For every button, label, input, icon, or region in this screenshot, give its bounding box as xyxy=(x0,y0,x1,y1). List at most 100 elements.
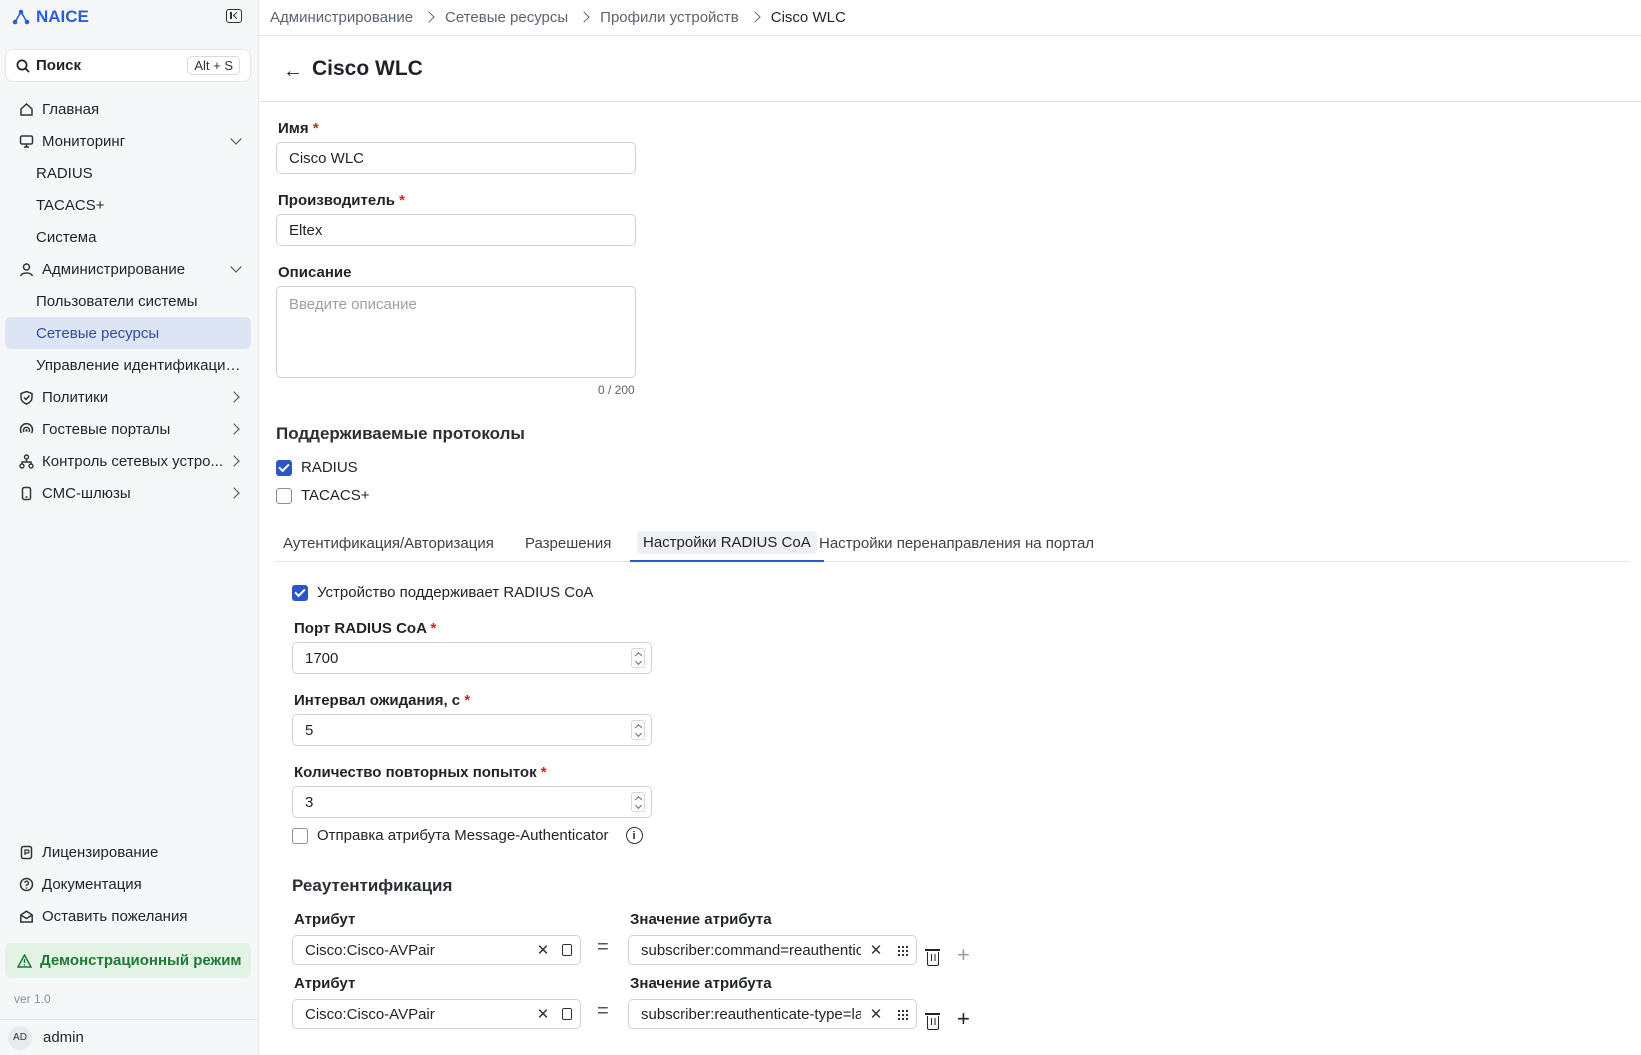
sidebar-item-system[interactable]: Система xyxy=(5,221,251,253)
name-field[interactable]: Cisco WLC xyxy=(276,142,636,174)
user-name: admin xyxy=(43,1029,84,1046)
sidebar-item-label: TACACS+ xyxy=(36,196,105,214)
coa-port-field[interactable]: 1700 xyxy=(292,642,652,674)
network-icon xyxy=(18,453,34,469)
chevron-down-icon xyxy=(231,264,241,274)
coa-support-label: Устройство поддерживает RADIUS CoA xyxy=(317,584,594,601)
signal-icon xyxy=(19,422,33,433)
protocols-title: Поддерживаемые протоколы xyxy=(276,424,525,443)
home-icon xyxy=(19,102,33,116)
equals-icon: = xyxy=(597,936,609,958)
attribute-label: Атрибут xyxy=(294,911,356,928)
user-menu[interactable]: AD admin xyxy=(0,1019,259,1055)
sidebar-item-feedback[interactable]: Оставить пожелания xyxy=(5,900,251,932)
tab-auth[interactable]: Аутентификация/Авторизация xyxy=(276,525,501,562)
clear-icon[interactable]: ✕ xyxy=(867,941,885,959)
sidebar-item-network-resources[interactable]: Сетевые ресурсы xyxy=(5,317,251,349)
sidebar-item-licensing[interactable]: Лицензирование xyxy=(5,836,251,868)
description-counter: 0 / 200 xyxy=(598,383,635,397)
sidebar-item-identity-management[interactable]: Управление идентификацией xyxy=(5,349,251,381)
chevron-right-icon xyxy=(231,456,241,466)
message-auth-checkbox[interactable]: Отправка атрибута Message-Authenticator … xyxy=(292,827,643,844)
grid-icon[interactable] xyxy=(897,944,908,956)
attribute-field[interactable]: Cisco:Cisco-AVPair ✕ xyxy=(292,935,581,965)
clear-icon[interactable]: ✕ xyxy=(867,1005,885,1023)
sidebar-item-home[interactable]: Главная xyxy=(5,93,251,125)
info-icon[interactable]: i xyxy=(625,827,643,844)
file-icon[interactable] xyxy=(562,1008,572,1020)
attribute-field[interactable]: Cisco:Cisco-AVPair ✕ xyxy=(292,999,581,1029)
sidebar-item-network-device-control[interactable]: Контроль сетевых устро... xyxy=(5,445,251,477)
logo-icon xyxy=(12,9,30,25)
timeout-field[interactable]: 5 xyxy=(292,714,652,746)
description-field[interactable]: Введите описание xyxy=(276,286,636,378)
radius-checkbox[interactable]: RADIUS xyxy=(276,459,358,476)
breadcrumb-item[interactable]: Администрирование xyxy=(270,9,413,26)
stepper-icon[interactable] xyxy=(631,648,645,668)
sidebar-item-tacacs[interactable]: TACACS+ xyxy=(5,189,251,221)
version-label: ver 1.0 xyxy=(14,992,51,1006)
divider xyxy=(259,35,1641,36)
avatar: AD xyxy=(8,1025,32,1050)
retries-field[interactable]: 3 xyxy=(292,786,652,818)
sidebar-nav: Главная Мониторинг RADIUS TACACS+ Систем… xyxy=(5,93,251,509)
attribute-value-field[interactable]: subscriber:reauthenticate-type=last ✕ xyxy=(628,999,917,1029)
plus-icon[interactable]: + xyxy=(957,942,970,968)
clear-icon[interactable]: ✕ xyxy=(534,941,552,959)
trash-icon[interactable] xyxy=(925,1013,940,1030)
sidebar-item-policies[interactable]: Политики xyxy=(5,381,251,413)
sidebar-item-administration[interactable]: Администрирование xyxy=(5,253,251,285)
breadcrumb-item[interactable]: Профили устройств xyxy=(600,9,739,26)
sidebar-item-radius[interactable]: RADIUS xyxy=(5,157,251,189)
trash-icon[interactable] xyxy=(925,949,940,966)
sidebar-item-documentation[interactable]: Документация xyxy=(5,868,251,900)
stepper-icon[interactable] xyxy=(631,720,645,740)
grid-icon[interactable] xyxy=(897,1008,908,1020)
sidebar-item-label: Гостевые порталы xyxy=(42,420,171,438)
sidebar-item-label: Документация xyxy=(42,875,142,893)
demo-mode-badge[interactable]: Демонстрационный режим xyxy=(5,943,251,978)
stepper-icon[interactable] xyxy=(631,792,645,812)
sidebar: NAICE Поиск Alt + S Главная Мониторинг R… xyxy=(0,0,259,1055)
help-icon xyxy=(19,877,33,891)
checkbox-unchecked-icon xyxy=(292,827,308,844)
vendor-field[interactable]: Eltex xyxy=(276,214,636,246)
attribute-value-field[interactable]: subscriber:command=reauthenticate ✕ xyxy=(628,935,917,965)
name-label: Имя * xyxy=(278,120,319,137)
chevron-right-icon xyxy=(231,488,241,498)
tacacs-checkbox[interactable]: TACACS+ xyxy=(276,487,370,504)
sidebar-item-monitoring[interactable]: Мониторинг xyxy=(5,125,251,157)
timeout-value: 5 xyxy=(305,721,314,739)
collapse-sidebar-icon[interactable] xyxy=(226,9,242,23)
tab-radius-coa[interactable]: Настройки RADIUS CoA xyxy=(630,525,824,562)
sidebar-item-label: Управление идентификацией xyxy=(36,356,241,374)
tab-portal-redirect[interactable]: Настройки перенаправления на портал xyxy=(812,525,1101,562)
clear-icon[interactable]: ✕ xyxy=(534,1005,552,1023)
tab-permissions[interactable]: Разрешения xyxy=(518,525,618,562)
retries-value: 3 xyxy=(305,793,314,811)
tacacs-label: TACACS+ xyxy=(301,487,370,504)
sidebar-item-system-users[interactable]: Пользователи системы xyxy=(5,285,251,317)
sidebar-item-label: Главная xyxy=(42,100,100,118)
sidebar-item-guest-portals[interactable]: Гостевые порталы xyxy=(5,413,251,445)
plus-icon[interactable]: + xyxy=(957,1006,970,1032)
timeout-label: Интервал ожидания, с * xyxy=(294,692,471,709)
breadcrumb-item[interactable]: Сетевые ресурсы xyxy=(445,9,568,26)
coa-support-checkbox[interactable]: Устройство поддерживает RADIUS CoA xyxy=(292,584,593,601)
retries-label: Количество повторных попыток * xyxy=(294,764,547,781)
attribute-value-text: subscriber:reauthenticate-type=last xyxy=(641,1005,861,1023)
breadcrumb-current: Cisco WLC xyxy=(770,8,846,26)
demo-mode-label: Демонстрационный режим xyxy=(40,952,242,969)
tab-bar: Аутентификация/Авторизация Разрешения На… xyxy=(276,525,1630,562)
back-arrow-icon[interactable]: ← xyxy=(283,60,303,83)
checkbox-checked-icon xyxy=(292,584,308,601)
chevron-down-icon xyxy=(231,136,241,146)
sidebar-item-sms-gateways[interactable]: СМС-шлюзы xyxy=(5,477,251,509)
checkbox-checked-icon xyxy=(276,459,292,476)
description-placeholder: Введите описание xyxy=(289,296,417,313)
search-button[interactable]: Поиск Alt + S xyxy=(5,49,251,82)
brand[interactable]: NAICE xyxy=(12,6,89,28)
attribute-value: Cisco:Cisco-AVPair xyxy=(305,941,435,959)
file-icon[interactable] xyxy=(562,944,572,956)
sidebar-item-label: Администрирование xyxy=(42,260,186,278)
